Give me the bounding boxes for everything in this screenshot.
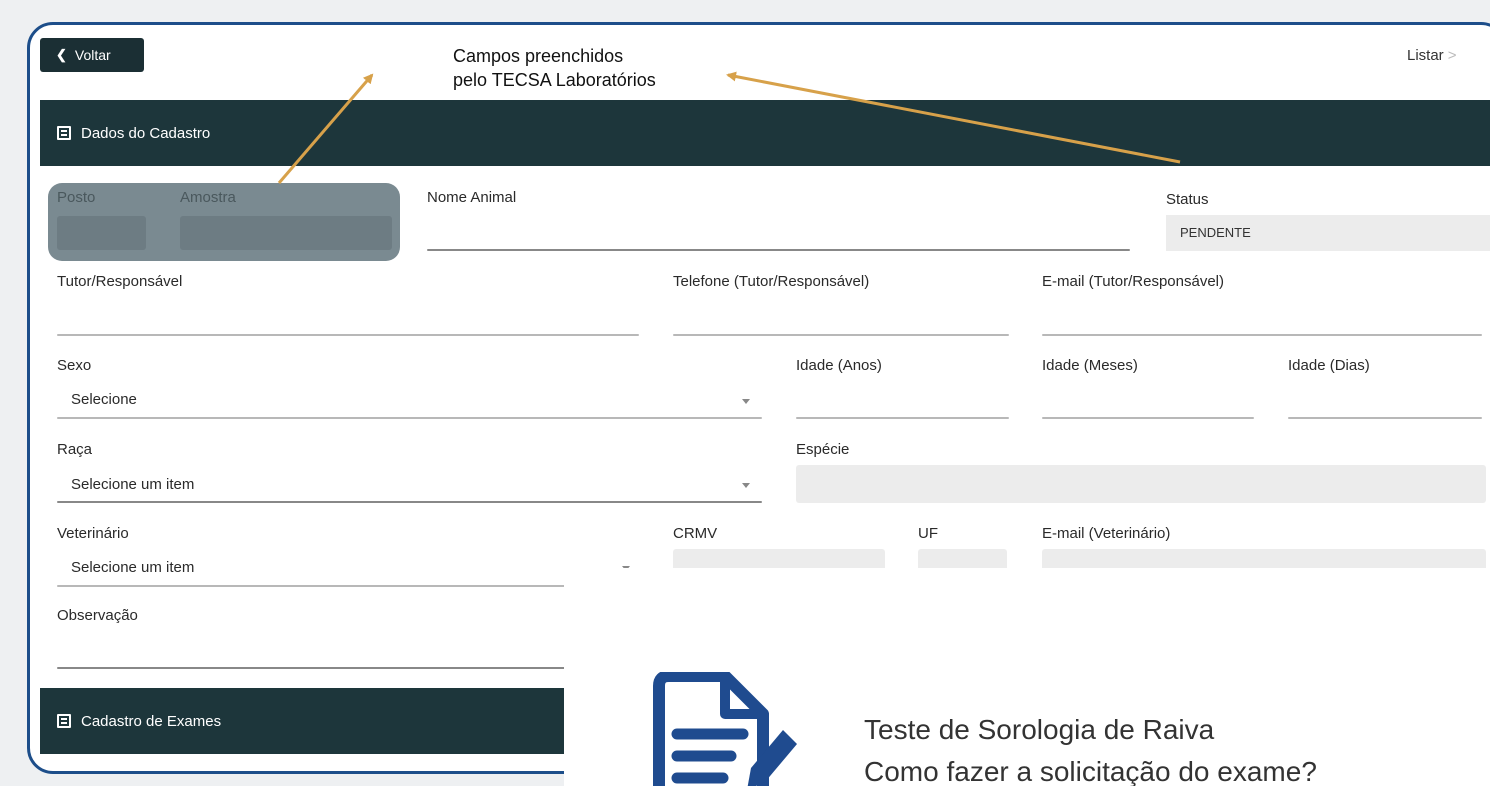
email-tutor-input[interactable] (1042, 334, 1482, 336)
idade-meses-label: Idade (Meses) (1042, 357, 1138, 374)
email-vet-label: E-mail (Veterinário) (1042, 525, 1171, 542)
chevron-right-icon: > (1447, 47, 1457, 64)
document-edit-icon (653, 672, 797, 786)
amostra-field[interactable] (180, 216, 392, 250)
especie-label: Espécie (796, 441, 850, 458)
sexo-select-value[interactable]: Selecione (71, 391, 137, 408)
list-link[interactable]: Listar > (1407, 47, 1456, 64)
especie-field (796, 465, 1486, 503)
veterinario-select[interactable] (57, 585, 642, 587)
tutor-input[interactable] (57, 334, 639, 336)
email-tutor-label: E-mail (Tutor/Responsável) (1042, 273, 1224, 290)
annotation-line-1: Campos preenchidos (453, 46, 624, 66)
status-label: Status (1166, 191, 1209, 208)
overlay-subtitle: Como fazer a solicitação do exame? (864, 756, 1317, 786)
nome-animal-input[interactable] (427, 249, 1130, 251)
uf-label: UF (918, 525, 938, 542)
amostra-label: Amostra (180, 189, 236, 206)
annotation-text: Campos preenchidos pelo TECSA Laboratóri… (453, 44, 656, 92)
raca-select-value[interactable]: Selecione um item (71, 476, 194, 493)
section-title: Dados do Cadastro (81, 124, 211, 142)
posto-field[interactable] (57, 216, 146, 250)
overlay-title: Teste de Sorologia de Raiva (864, 714, 1215, 745)
veterinario-label: Veterinário (57, 525, 129, 542)
crmv-label: CRMV (673, 525, 718, 542)
list-icon (57, 714, 71, 728)
telefone-label: Telefone (Tutor/Responsável) (673, 273, 870, 290)
nome-animal-label: Nome Animal (427, 189, 517, 206)
list-link-label: Listar (1407, 47, 1444, 64)
observacao-label: Observação (57, 607, 138, 624)
idade-dias-input[interactable] (1288, 417, 1482, 419)
chevron-down-icon[interactable] (742, 399, 750, 404)
annotation-line-2: pelo TECSA Laboratórios (453, 70, 656, 90)
idade-anos-label: Idade (Anos) (796, 357, 882, 374)
sexo-select[interactable] (57, 417, 762, 419)
sexo-label: Sexo (57, 357, 92, 374)
chevron-down-icon[interactable] (742, 483, 750, 488)
idade-anos-input[interactable] (796, 417, 1009, 419)
back-button-label: Voltar (74, 47, 111, 63)
section-dados-cadastro: Dados do Cadastro (40, 100, 1490, 166)
status-field: PENDENTE (1166, 215, 1490, 251)
posto-label: Posto (57, 189, 96, 206)
observacao-input[interactable] (57, 667, 577, 669)
veterinario-select-value[interactable]: Selecione um item (71, 559, 194, 576)
idade-dias-label: Idade (Dias) (1288, 357, 1370, 374)
telefone-input[interactable] (673, 334, 1009, 336)
raca-label: Raça (57, 441, 93, 458)
back-button[interactable]: ❮ Voltar (40, 38, 144, 72)
tutor-label: Tutor/Responsável (57, 273, 183, 290)
idade-meses-input[interactable] (1042, 417, 1254, 419)
section-title: Cadastro de Exames (81, 712, 222, 730)
list-icon (57, 126, 71, 140)
raca-select[interactable] (57, 501, 762, 503)
chevron-left-icon: ❮ (56, 47, 67, 62)
